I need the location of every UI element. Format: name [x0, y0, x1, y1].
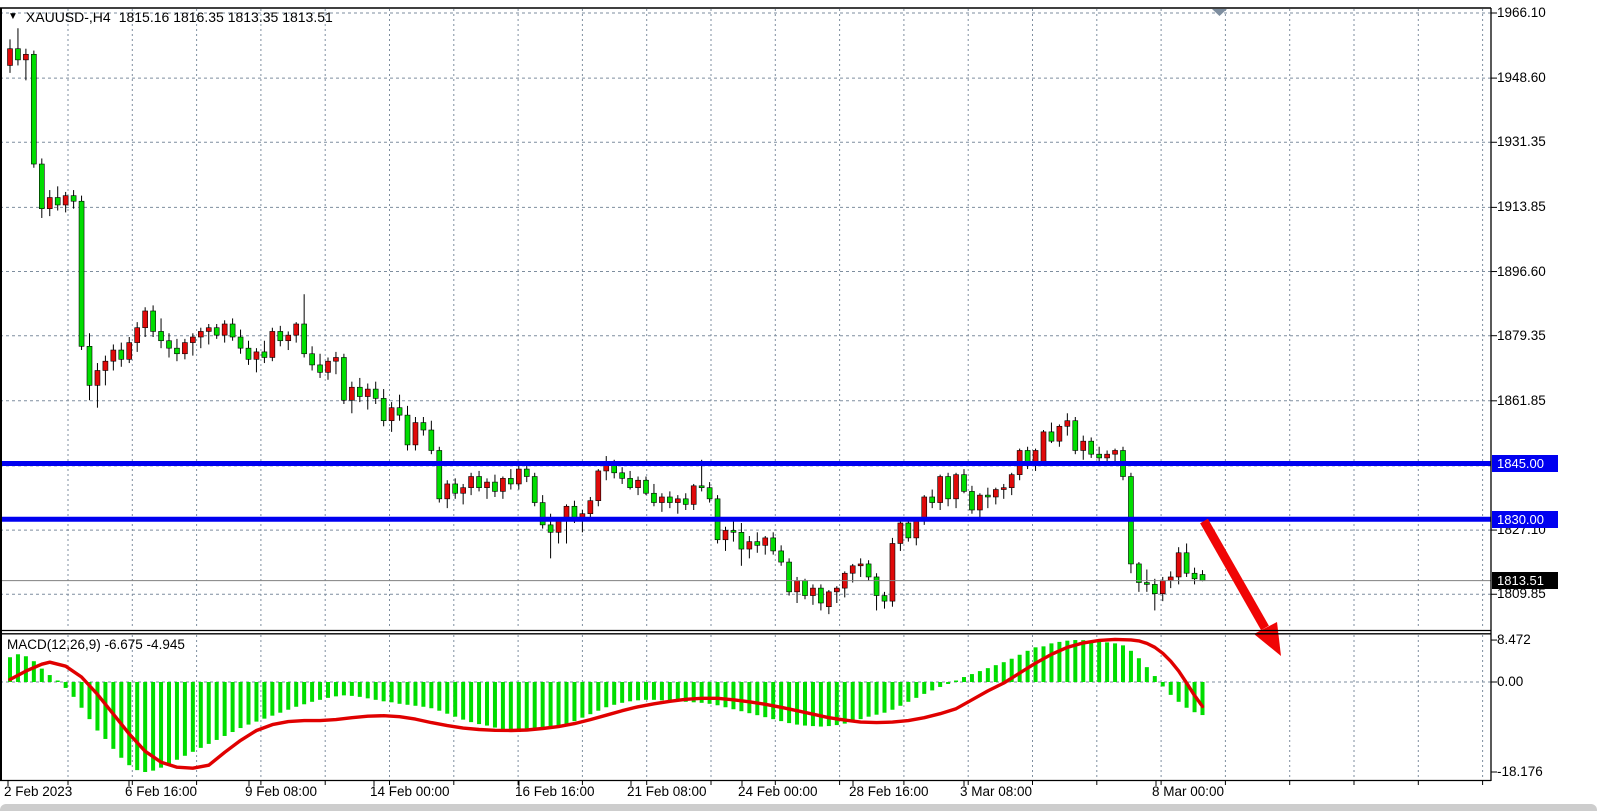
time-axis-label: 3 Mar 08:00 — [960, 784, 1032, 799]
price-axis-label: 1913.85 — [1497, 199, 1546, 215]
axis-ticks — [8, 13, 1497, 786]
time-axis-label: 21 Feb 08:00 — [627, 784, 707, 799]
time-axis-label: 14 Feb 00:00 — [370, 784, 450, 799]
price-axis-label: 1879.35 — [1497, 328, 1546, 344]
support-resistance-lines[interactable] — [0, 463, 1491, 519]
time-axis-label: 24 Feb 00:00 — [738, 784, 818, 799]
chart-title: ▼ XAUUSD-,H4 1815.16 1816.35 1813.35 181… — [8, 9, 333, 25]
macd-axis-label: 0.00 — [1497, 674, 1523, 690]
price-axis-label: 1861.85 — [1497, 393, 1546, 409]
grid-layer — [0, 9, 1491, 779]
time-axis-label: 9 Feb 08:00 — [245, 784, 317, 799]
window-bottom-strip — [0, 804, 1597, 811]
chart-canvas[interactable] — [0, 0, 1597, 811]
macd-axis-label: -18.176 — [1497, 764, 1543, 780]
current-price-badge: 1813.51 — [1492, 572, 1558, 589]
trend-arrow[interactable] — [1204, 521, 1281, 656]
symbol-timeframe-label: XAUUSD-,H4 — [26, 9, 111, 25]
candles-layer — [8, 28, 1206, 614]
ohlc-values-label: 1815.16 1816.35 1813.35 1813.51 — [119, 9, 333, 25]
price-axis-label: 1931.35 — [1497, 134, 1546, 150]
time-axis-label: 16 Feb 16:00 — [515, 784, 595, 799]
symbol-marker-icon[interactable]: ▼ — [8, 11, 18, 23]
price-axis-label: 1896.60 — [1497, 264, 1546, 280]
price-axis-label: 1966.10 — [1497, 5, 1546, 21]
price-level-badge-1830: 1830.00 — [1492, 511, 1558, 528]
time-axis-label: 2 Feb 2023 — [4, 784, 72, 799]
time-axis-label: 6 Feb 16:00 — [125, 784, 197, 799]
mt4-chart-window: ▼ XAUUSD-,H4 1815.16 1816.35 1813.35 181… — [0, 0, 1597, 811]
time-axis-label: 28 Feb 16:00 — [849, 784, 929, 799]
price-level-badge-1845: 1845.00 — [1492, 455, 1558, 472]
macd-indicator-layer — [8, 639, 1205, 772]
macd-axis-label: 8.472 — [1497, 632, 1531, 648]
indicator-label: MACD(12,26,9) -6.675 -4.945 — [7, 637, 185, 652]
price-axis-label: 1948.60 — [1497, 70, 1546, 86]
time-axis-label: 8 Mar 00:00 — [1152, 784, 1224, 799]
chart-frame-borders — [0, 8, 1491, 781]
